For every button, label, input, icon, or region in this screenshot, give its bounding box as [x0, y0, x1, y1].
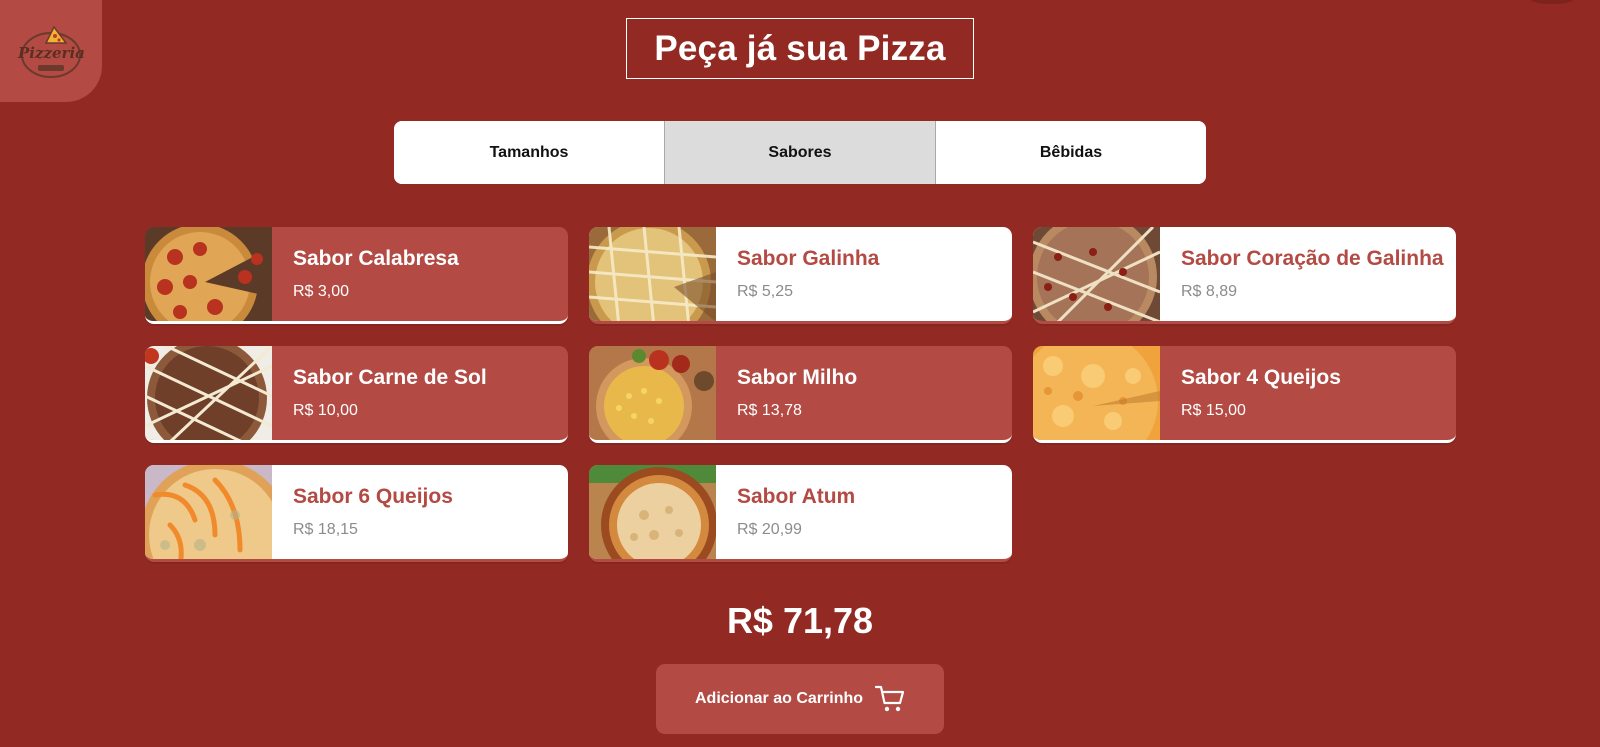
flavor-price: R$ 5,25: [737, 283, 794, 300]
tab-bebidas[interactable]: Bêbidas: [935, 121, 1206, 184]
flavor-card-atum[interactable]: Sabor Atum R$ 20,99: [589, 465, 1012, 562]
tab-tamanhos[interactable]: Tamanhos: [394, 121, 664, 184]
corn-pizza-image: [589, 346, 716, 440]
flavor-name: Sabor Coração de Galinha: [1181, 247, 1444, 270]
flavor-name: Sabor Atum: [737, 485, 856, 508]
tuna-pizza-image: [589, 465, 716, 559]
logo[interactable]: Pizzeria: [0, 0, 102, 102]
flavor-name: Sabor Carne de Sol: [293, 366, 487, 389]
flavor-card-6-queijos[interactable]: Sabor 6 Queijos R$ 18,15: [145, 465, 568, 562]
flavor-price: R$ 20,99: [737, 521, 802, 538]
page-title: Peça já sua Pizza: [654, 28, 946, 68]
logo-text: Pizzeria: [18, 44, 85, 62]
flavor-name: Sabor Milho: [737, 366, 858, 389]
chicken-pizza-image: [589, 227, 716, 321]
flavor-price: R$ 13,78: [737, 402, 802, 419]
flavor-name: Sabor Calabresa: [293, 247, 459, 270]
flavor-card-coracao-de-galinha[interactable]: Sabor Coração de Galinha R$ 8,89: [1033, 227, 1456, 324]
flavor-price: R$ 8,89: [1181, 283, 1238, 300]
pepperoni-pizza-image: [145, 227, 272, 321]
flavor-card-carne-de-sol[interactable]: Sabor Carne de Sol R$ 10,00: [145, 346, 568, 443]
six-cheese-pizza-image: [145, 465, 272, 559]
flavor-card-milho[interactable]: Sabor Milho R$ 13,78: [589, 346, 1012, 443]
flavor-price: R$ 3,00: [293, 283, 350, 300]
flavor-price: R$ 10,00: [293, 402, 358, 419]
add-to-cart-button[interactable]: Adicionar ao Carrinho: [656, 664, 944, 734]
flavor-name: Sabor Galinha: [737, 247, 880, 270]
flavor-price: R$ 15,00: [1181, 402, 1246, 419]
flavor-price: R$ 18,15: [293, 521, 358, 538]
page-title-box: Peça já sua Pizza: [626, 18, 974, 79]
flavor-name: Sabor 4 Queijos: [1181, 366, 1341, 389]
flavor-card-4-queijos[interactable]: Sabor 4 Queijos R$ 15,00: [1033, 346, 1456, 443]
page: Pizzeria Peça já sua Pizza Tamanhos Sabo…: [0, 0, 1600, 747]
corner-decoration: [1512, 0, 1592, 4]
flavor-grid: Sabor Calabresa R$ 3,00 Sabor Galinha R$…: [145, 227, 1456, 562]
four-cheese-pizza-image: [1033, 346, 1160, 440]
flavor-card-calabresa[interactable]: Sabor Calabresa R$ 3,00: [145, 227, 568, 324]
flavor-card-galinha[interactable]: Sabor Galinha R$ 5,25: [589, 227, 1012, 324]
cart-icon: [875, 685, 905, 712]
carne-de-sol-pizza-image: [145, 346, 272, 440]
tab-sabores[interactable]: Sabores: [664, 121, 935, 184]
total-price: R$ 71,78: [726, 600, 874, 641]
add-to-cart-label: Adicionar ao Carrinho: [694, 690, 864, 707]
chicken-heart-pizza-image: [1033, 227, 1160, 321]
flavor-name: Sabor 6 Queijos: [293, 485, 453, 508]
category-tabs: Tamanhos Sabores Bêbidas: [394, 121, 1206, 184]
